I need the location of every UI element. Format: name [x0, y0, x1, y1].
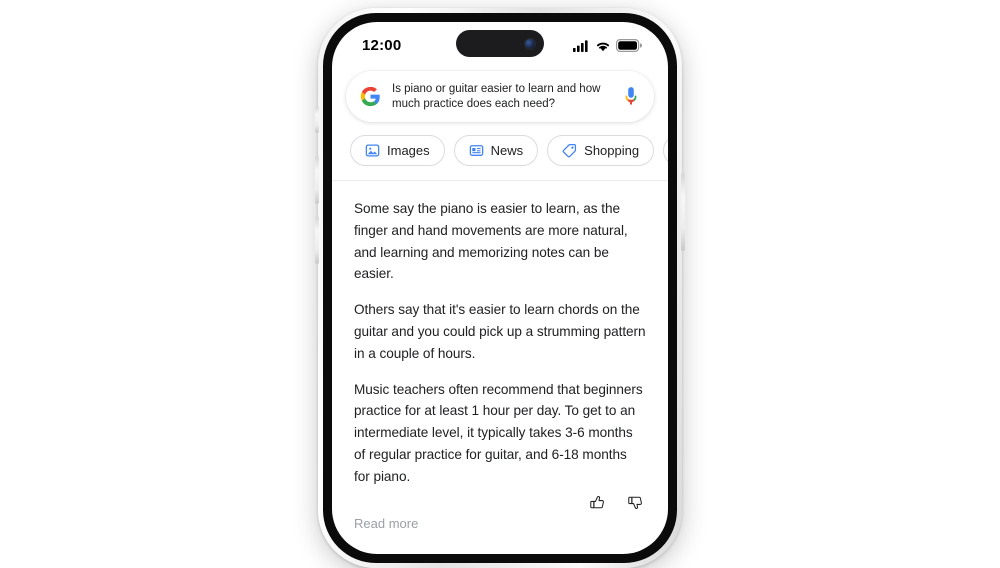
- dynamic-island: [456, 30, 544, 57]
- phone-screen: 12:00 Is piano or guitar easier to learn…: [332, 22, 668, 554]
- chip-label: Shopping: [584, 143, 640, 158]
- filter-chips-row[interactable]: Images News Shopping: [332, 122, 668, 166]
- chip-images[interactable]: Images: [350, 135, 445, 166]
- front-camera-lens-icon: [525, 38, 535, 49]
- thumbs-up-icon[interactable]: [589, 494, 606, 511]
- wifi-icon: [595, 40, 611, 52]
- answer-paragraph: Music teachers often recommend that begi…: [354, 381, 643, 484]
- phone-bezel: 12:00 Is piano or guitar easier to learn…: [323, 13, 677, 563]
- status-bar-time: 12:00: [362, 37, 402, 54]
- google-logo-icon: [360, 86, 381, 107]
- read-more-link[interactable]: Read more: [332, 511, 668, 531]
- phone-frame: 12:00 Is piano or guitar easier to learn…: [315, 8, 685, 568]
- chip-label: Images: [387, 143, 430, 158]
- chip-videos[interactable]: Videos: [663, 135, 668, 166]
- search-query-text[interactable]: Is piano or guitar easier to learn and h…: [392, 82, 611, 111]
- chip-news[interactable]: News: [453, 135, 539, 166]
- answer-paragraph: Some say the piano is easier to learn, a…: [354, 201, 628, 282]
- search-area: Is piano or guitar easier to learn and h…: [332, 66, 668, 122]
- news-icon: [469, 143, 484, 158]
- volume-up-button[interactable]: [315, 156, 319, 204]
- answer-paragraph: Others say that it's easier to learn cho…: [354, 302, 646, 361]
- cellular-signal-icon: [573, 39, 590, 52]
- chip-label: News: [490, 143, 524, 158]
- images-icon: [365, 143, 380, 158]
- battery-full-icon: [616, 39, 642, 52]
- power-button[interactable]: [681, 173, 685, 251]
- mute-switch-button[interactable]: [315, 106, 319, 133]
- thumbs-down-icon[interactable]: [627, 494, 644, 511]
- feedback-row: [332, 488, 668, 511]
- status-bar-icons: [573, 36, 642, 52]
- google-microphone-icon[interactable]: [622, 86, 640, 108]
- status-bar: 12:00: [332, 22, 668, 66]
- search-bar[interactable]: Is piano or guitar easier to learn and h…: [346, 71, 654, 122]
- answer-content: Some say the piano is easier to learn, a…: [332, 181, 668, 488]
- shopping-tag-icon: [562, 143, 577, 158]
- volume-down-button[interactable]: [315, 216, 319, 264]
- chip-shopping[interactable]: Shopping: [547, 135, 655, 166]
